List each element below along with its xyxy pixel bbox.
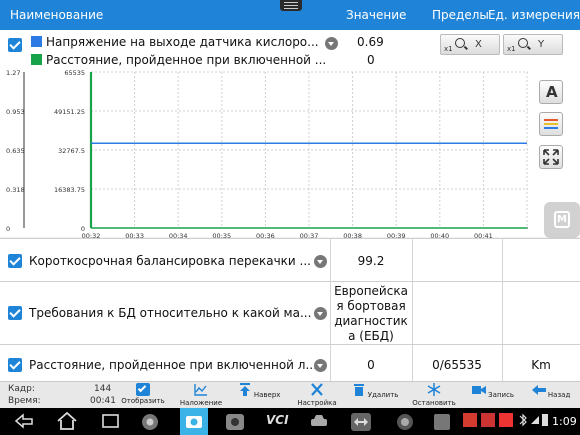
row-value: 99.2 — [357, 254, 385, 268]
col-name-header: Наименование — [10, 8, 104, 22]
series-2-value: 0 — [367, 53, 375, 67]
bluetooth-icon — [519, 413, 527, 427]
col-unit-header: Ед. измерения — [488, 8, 580, 22]
stop-button[interactable]: Остановить — [406, 382, 462, 407]
chart-icon — [194, 384, 207, 396]
series-1-color-swatch — [31, 36, 42, 47]
row-value: Европейска я бортовая диагностик а (ЕБД) — [334, 284, 408, 343]
color-lines-icon — [544, 119, 558, 129]
left-tick-label: 0.318 — [6, 186, 25, 194]
row-name: Требования к БД относительно к какой ма.… — [29, 306, 312, 320]
camera-icon — [186, 416, 202, 428]
wifi-icon — [531, 416, 539, 424]
back-nav-icon[interactable] — [14, 412, 36, 430]
row-checkbox[interactable] — [8, 306, 22, 320]
graph-checkbox[interactable] — [8, 38, 22, 52]
notification-icon — [463, 413, 477, 427]
app-icon[interactable] — [224, 412, 246, 432]
row-unit: Km — [531, 358, 551, 372]
table-row[interactable]: Короткосрочная балансировка перекачки ..… — [0, 238, 580, 281]
to-top-button[interactable]: Наверх — [232, 382, 286, 399]
zoom-y-button[interactable]: Y x1 — [503, 34, 563, 55]
series-1-value: 0.69 — [357, 35, 384, 49]
right-tick-label: 65535 — [64, 69, 85, 77]
fit-screen-button[interactable] — [539, 145, 563, 169]
table-row[interactable]: Расстояние, пройденное при включенной л.… — [0, 344, 580, 381]
series-1-dropdown-icon[interactable] — [325, 37, 338, 50]
recent-apps-icon[interactable] — [100, 412, 122, 430]
series-2-name: Расстояние, пройденное при включенной ..… — [46, 53, 327, 67]
col-limits-header: Пределы — [432, 8, 489, 22]
time-value: 00:41 — [90, 396, 116, 406]
arrow-left-icon — [531, 385, 546, 395]
left-tick-label: 0 — [6, 225, 10, 233]
time-label: Время: — [8, 396, 41, 406]
graph-panel: Напряжение на выходе датчика кислоро... … — [0, 30, 580, 240]
right-tick-label: 49151.25 — [54, 108, 85, 116]
bottom-toolbar: Кадр: 144 Время: 00:41 Отобразить Наложе… — [0, 381, 580, 408]
system-nav-bar: VCI 1:09 — [0, 408, 580, 435]
series-2-color-swatch — [31, 54, 42, 65]
camera-app-button[interactable] — [180, 408, 208, 435]
notification-icon — [499, 413, 513, 427]
frame-value: 144 — [94, 384, 112, 394]
table-row[interactable]: Требования к БД относительно к какой ма.… — [0, 281, 580, 344]
notification-icon — [481, 413, 495, 427]
line-chart[interactable]: 1.27 0.953 0.635 0.318 0 65535 49151.25 32767.5… — [0, 66, 535, 244]
row-checkbox[interactable] — [8, 254, 22, 268]
display-button[interactable]: Отобразить — [116, 382, 170, 405]
wrench-icon — [311, 383, 323, 396]
battery-icon — [542, 414, 548, 426]
column-header: Наименование Значение Пределы Ед. измере… — [0, 0, 580, 30]
app-grid-icon[interactable] — [432, 412, 452, 432]
row-checkbox[interactable] — [8, 358, 22, 372]
right-tick-label: 16383.75 — [54, 186, 85, 194]
drag-handle-icon[interactable] — [280, 0, 302, 11]
row-dropdown-icon[interactable] — [314, 359, 327, 372]
row-name: Расстояние, пройденное при включенной л.… — [29, 358, 317, 372]
snowflake-icon — [427, 383, 441, 396]
font-size-button[interactable]: A — [539, 80, 563, 104]
arrow-up-icon — [239, 383, 250, 396]
col-value-header: Значение — [346, 8, 407, 22]
delete-button[interactable]: Удалить — [348, 382, 402, 399]
series-1-name: Напряжение на выходе датчика кислоро... — [46, 35, 319, 49]
left-tick-label: 0.953 — [6, 108, 25, 116]
video-camera-icon — [471, 386, 486, 394]
teamviewer-icon[interactable] — [350, 412, 372, 432]
letter-a-icon: A — [546, 83, 558, 101]
row-name: Короткосрочная балансировка перекачки ..… — [29, 254, 311, 268]
frame-label: Кадр: — [8, 384, 35, 394]
row-limits: 0/65535 — [432, 358, 482, 372]
home-icon[interactable] — [56, 412, 78, 430]
m-icon: M — [554, 211, 570, 228]
row-dropdown-icon[interactable] — [314, 255, 327, 268]
back-button[interactable]: Назад — [524, 382, 578, 399]
settings-button[interactable]: Настройка — [290, 382, 344, 407]
browser-icon[interactable] — [394, 412, 416, 432]
left-tick-label: 1.27 — [6, 69, 20, 77]
floating-m-button[interactable]: M — [544, 202, 580, 238]
car-icon[interactable] — [308, 412, 330, 430]
zoom-in-icon — [455, 38, 465, 48]
trash-icon — [353, 384, 364, 396]
left-tick-label: 0.635 — [6, 147, 25, 155]
vci-icon[interactable]: VCI — [266, 413, 289, 427]
row-dropdown-icon[interactable] — [314, 307, 327, 320]
checkbox-icon — [136, 383, 150, 396]
right-tick-label: 32767.5 — [58, 147, 85, 155]
record-button[interactable]: Запись — [466, 382, 520, 399]
overlay-button[interactable]: Наложение — [174, 382, 228, 407]
clock: 1:09 — [552, 415, 577, 428]
zoom-x-button[interactable]: X x1 — [440, 34, 500, 55]
expand-arrows-icon — [543, 149, 559, 165]
legend-toggle-button[interactable] — [539, 112, 563, 136]
row-value: 0 — [367, 358, 375, 372]
chrome-icon[interactable] — [140, 412, 160, 432]
zoom-in-icon — [518, 38, 528, 48]
